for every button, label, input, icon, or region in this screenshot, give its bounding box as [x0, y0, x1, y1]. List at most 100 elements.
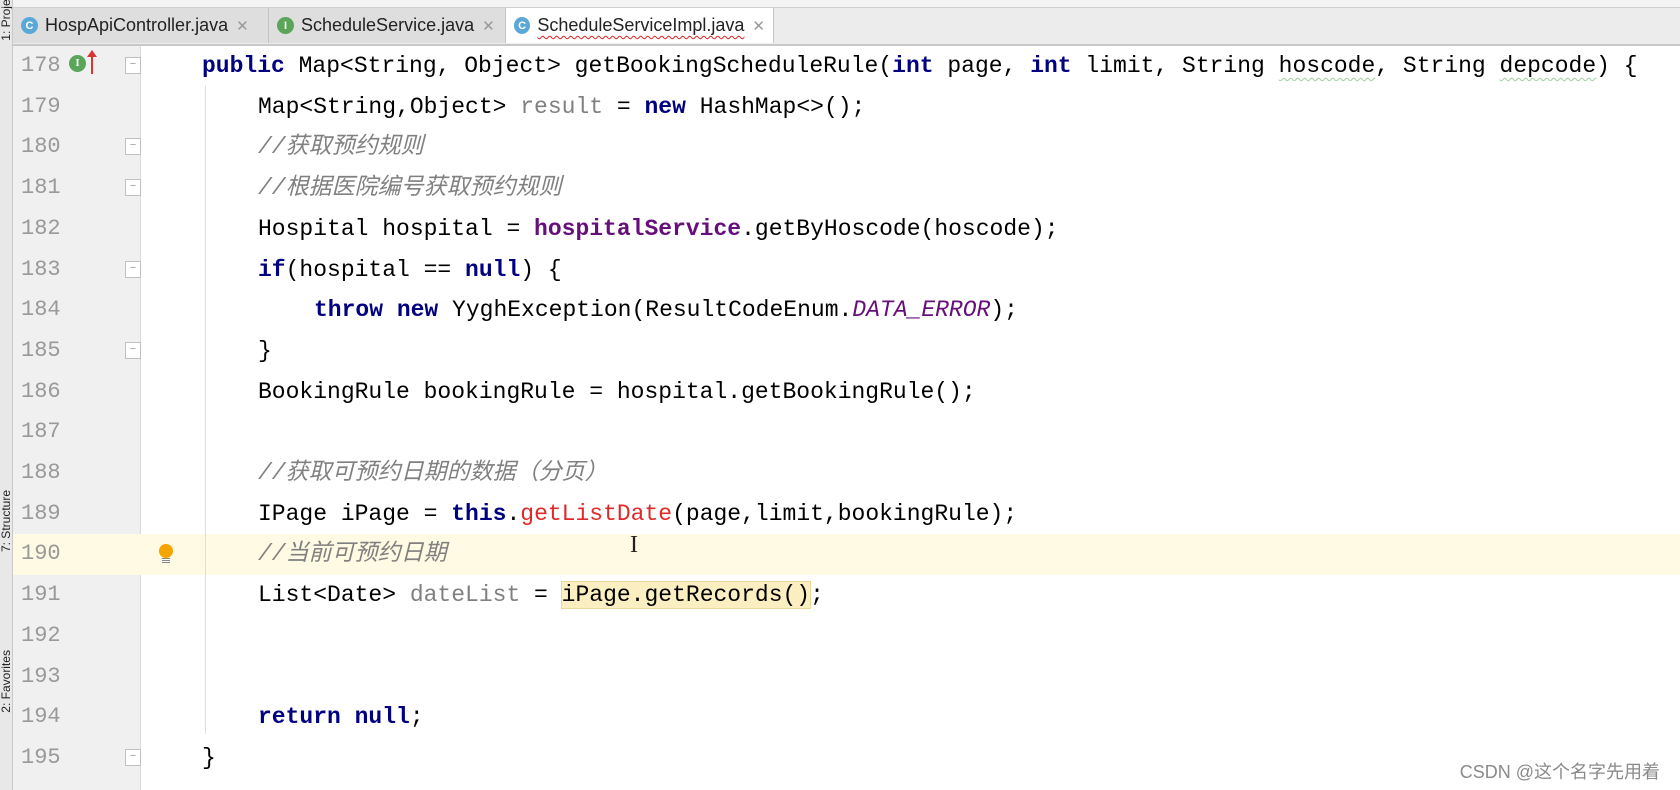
line-number[interactable]: 182	[21, 209, 61, 250]
tab-label: ScheduleService.java	[301, 15, 475, 35]
code-token: dateList	[409, 582, 521, 609]
fold-icon[interactable]: −	[125, 179, 141, 197]
code-token: //获取可预约日期的数据（分页）	[258, 460, 608, 486]
code-line[interactable]: 186 BookingRule bookingRule = hospital.ge…	[13, 372, 1680, 413]
close-icon[interactable]: ✕	[236, 17, 249, 35]
line-number[interactable]: 189	[21, 494, 61, 535]
fold-icon[interactable]: −	[125, 57, 141, 74]
code-token: return null	[258, 704, 410, 731]
code-line[interactable]: 193	[13, 657, 1680, 698]
code-token: page,	[933, 53, 1031, 79]
code-token: //根据医院编号获取预约规则	[258, 175, 562, 202]
code-token: Map<String, Object> getBookingScheduleRu…	[284, 53, 893, 79]
code-line[interactable]: 187	[13, 412, 1680, 453]
fold-icon[interactable]: −	[125, 138, 141, 156]
class-icon: C	[21, 17, 38, 34]
code-token: (hospital ==	[285, 256, 466, 283]
code-text: IPage iPage = this.getListDate(page,limi…	[258, 494, 1017, 535]
code-line[interactable]: 192	[13, 616, 1680, 657]
code-text: BookingRule bookingRule = hospital.getBo…	[258, 372, 976, 413]
fold-icon[interactable]: −	[125, 748, 141, 766]
code-text: List<Date> dateList = iPage.getRecords()…	[258, 575, 824, 616]
code-line[interactable]: 189 IPage iPage = this.getListDate(page,l…	[13, 494, 1680, 535]
line-number[interactable]: 183	[21, 250, 61, 291]
code-token: HashMap<>();	[685, 93, 866, 120]
code-line[interactable]: 182 Hospital hospital = hospitalService.g…	[13, 209, 1680, 250]
line-number[interactable]: 194	[21, 697, 61, 738]
code-token: limit, String	[1071, 53, 1279, 79]
line-number[interactable]: 193	[21, 657, 61, 698]
line-number[interactable]: 186	[21, 372, 61, 413]
overrides-arrow-icon[interactable]	[87, 50, 97, 74]
tab-label: ScheduleServiceImpl.java	[537, 15, 745, 35]
tab-label: HospApiController.java	[45, 15, 229, 35]
line-number[interactable]: 185	[21, 331, 61, 372]
code-line[interactable]: 178 I − public Map<String, Object> getBooki…	[13, 46, 1680, 87]
code-token: DATA_ERROR	[852, 297, 991, 324]
indent-guide	[205, 86, 206, 734]
code-token: new	[644, 93, 686, 120]
code-line[interactable]: 181 − //根据医院编号获取预约规则	[13, 168, 1680, 209]
fold-icon[interactable]: −	[125, 260, 141, 278]
code-text: public Map<String, Object> getBookingSch…	[202, 46, 1638, 87]
close-icon[interactable]: ✕	[752, 17, 765, 35]
project-tool-button[interactable]: 1: Project	[0, 0, 12, 41]
line-number[interactable]: 187	[21, 412, 61, 453]
favorites-tool-button[interactable]: 2: Favorites	[0, 650, 12, 713]
close-icon[interactable]: ✕	[482, 17, 495, 35]
code-token: ) {	[1596, 53, 1638, 79]
code-line[interactable]: 185 −}	[13, 331, 1680, 372]
code-token: if	[258, 256, 286, 283]
line-number[interactable]: 178	[21, 46, 61, 87]
code-token: depcode	[1499, 53, 1597, 79]
text-cursor-icon: I	[630, 532, 638, 558]
line-number[interactable]: 180	[21, 127, 61, 168]
code-text: //根据医院编号获取预约规则	[258, 168, 562, 209]
line-number[interactable]: 181	[21, 168, 61, 209]
code-token: }	[258, 337, 272, 364]
code-text: throw new YyghException(ResultCodeEnum.D…	[314, 290, 1018, 331]
code-token: );	[990, 297, 1018, 324]
line-number[interactable]: 179	[21, 87, 61, 128]
code-token: this	[451, 500, 507, 527]
code-line[interactable]: 188 //获取可预约日期的数据（分页）	[13, 453, 1680, 494]
code-line[interactable]: 180 − //获取预约规则	[13, 127, 1680, 168]
code-line[interactable]: 191 List<Date> dateList = iPage.getRecord…	[13, 575, 1680, 616]
code-token: BookingRule bookingRule = hospital.getBo…	[258, 378, 976, 405]
editor-tab-bar: C HospApiController.java ✕ I ScheduleSer…	[13, 0, 1680, 46]
code-text: }	[202, 738, 216, 779]
tab-hosp-api-controller[interactable]: C HospApiController.java ✕	[13, 8, 269, 43]
line-number[interactable]: 188	[21, 453, 61, 494]
code-line[interactable]: 194 return null;	[13, 697, 1680, 738]
code-token: hoscode	[1278, 53, 1376, 79]
implements-marker-icon[interactable]: I	[69, 55, 86, 72]
code-line[interactable]: 190 //当前可预约日期	[13, 534, 1680, 576]
code-line[interactable]: 183 − if(hospital == null) {	[13, 250, 1680, 291]
code-text: if(hospital == null) {	[258, 250, 562, 291]
code-token: =	[603, 93, 645, 120]
class-icon: C	[514, 17, 531, 34]
line-number[interactable]: 184	[21, 290, 61, 331]
code-token: int	[892, 53, 934, 79]
lightbulb-icon[interactable]	[159, 544, 173, 564]
fold-icon[interactable]: −	[125, 341, 141, 359]
code-line[interactable]: 184 throw new YyghException(ResultCodeEnu…	[13, 290, 1680, 331]
line-number[interactable]: 195	[21, 738, 61, 779]
code-line[interactable]: 195 −}	[13, 738, 1680, 779]
tab-schedule-service-impl[interactable]: C ScheduleServiceImpl.java ✕	[506, 8, 774, 43]
code-text: Hospital hospital = hospitalService.getB…	[258, 209, 1059, 250]
code-token: hospitalService	[534, 215, 742, 242]
tool-window-strip: 1: Project 7: Structure 2: Favorites	[0, 0, 13, 790]
tab-schedule-service[interactable]: I ScheduleService.java ✕	[269, 8, 506, 43]
line-number[interactable]: 190	[21, 534, 61, 575]
code-token: //获取预约规则	[258, 134, 424, 161]
watermark: CSDN @这个名字先用着	[1459, 762, 1660, 782]
code-text: //获取可预约日期的数据（分页）	[258, 453, 608, 494]
structure-tool-button[interactable]: 7: Structure	[0, 490, 12, 552]
code-token: (page,limit,bookingRule);	[672, 500, 1018, 527]
code-token: int	[1030, 53, 1072, 79]
code-token: ;	[810, 582, 824, 609]
line-number[interactable]: 191	[21, 575, 61, 616]
line-number[interactable]: 192	[21, 616, 61, 657]
code-line[interactable]: 179 Map<String,Object> result = new HashM…	[13, 87, 1680, 128]
